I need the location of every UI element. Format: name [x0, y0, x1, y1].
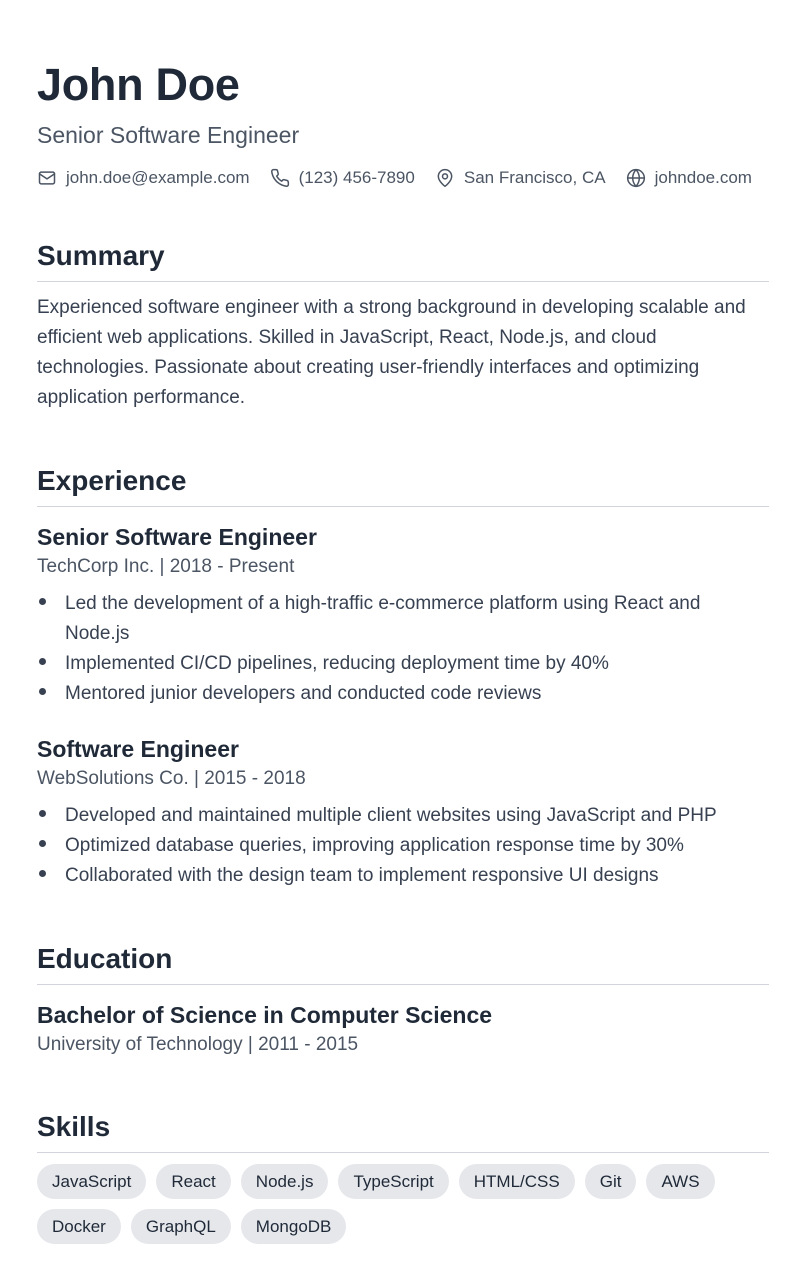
contact-list: john.doe@example.com (123) 456-7890 San … [37, 168, 769, 188]
education-entry: Bachelor of Science in Computer Science … [37, 999, 769, 1059]
skill-chip: Git [584, 1164, 637, 1199]
location-pin-icon [437, 168, 453, 188]
skill-chip: JavaScript [37, 1164, 147, 1199]
resume-header: John Doe Senior Software Engineer john.d… [37, 58, 769, 188]
job-title: Software Engineer [37, 736, 239, 762]
skill-chip: MongoDB [240, 1209, 347, 1244]
contact-website-text: johndoe.com [654, 168, 752, 187]
job-bullet: Led the development of a high-traffic e-… [37, 589, 769, 649]
job-title-heading: Senior Software Engineer [37, 122, 300, 148]
skill-chip: React [156, 1164, 231, 1199]
phone-icon [270, 168, 289, 187]
education-section: Education Bachelor of Science in Compute… [37, 941, 769, 1059]
bullet-dot [39, 870, 46, 878]
job-bullet-text: Led the development of a high-traffic e-… [65, 593, 701, 644]
skills-list: JavaScript React Node.js TypeScript HTML… [37, 1164, 737, 1254]
contact-email-text: john.doe@example.com [66, 168, 250, 187]
education-heading: Education [37, 941, 769, 985]
bullet-dot [39, 658, 46, 666]
skill-chip: Node.js [240, 1164, 329, 1199]
globe-icon [626, 168, 645, 188]
contact-location-text: San Francisco, CA [463, 168, 606, 187]
skill-chip: AWS [646, 1164, 715, 1199]
mail-icon [38, 171, 56, 185]
bullet-dot [39, 598, 46, 606]
person-name: John Doe [37, 59, 240, 110]
summary-heading: Summary [37, 238, 769, 282]
resume: John Doe Senior Software Engineer john.d… [0, 0, 800, 1254]
job-company-dates: TechCorp Inc. | 2018 - Present [37, 556, 295, 577]
skill-chip: TypeScript [338, 1164, 449, 1199]
experience-heading: Experience [37, 463, 769, 507]
bullet-dot [39, 810, 46, 818]
job-bullet: Mentored junior developers and conducted… [37, 679, 769, 709]
job-bullet-text: Developed and maintained multiple client… [65, 805, 717, 826]
contact-email[interactable]: john.doe@example.com [37, 168, 250, 188]
skill-chip: Docker [37, 1209, 121, 1244]
job-bullet: Collaborated with the design team to imp… [37, 861, 769, 891]
experience-section: Experience Senior Software Engineer Tech… [37, 463, 769, 891]
contact-location: San Francisco, CA [435, 168, 606, 188]
degree-title: Bachelor of Science in Computer Science [37, 1002, 493, 1028]
bullet-dot [39, 688, 46, 696]
job-company-dates: WebSolutions Co. | 2015 - 2018 [37, 768, 306, 789]
job-bullet-text: Mentored junior developers and conducted… [65, 683, 542, 704]
contact-website[interactable]: johndoe.com [626, 168, 752, 188]
skills-heading: Skills [37, 1109, 769, 1153]
job-bullet: Optimized database queries, improving ap… [37, 831, 769, 861]
job-bullets: Led the development of a high-traffic e-… [37, 589, 769, 709]
contact-phone[interactable]: (123) 456-7890 [270, 168, 415, 188]
skill-chip: GraphQL [130, 1209, 231, 1244]
job-title: Senior Software Engineer [37, 524, 317, 550]
skill-chip: HTML/CSS [458, 1164, 575, 1199]
job-bullet: Developed and maintained multiple client… [37, 801, 769, 831]
skills-section: Skills JavaScript React Node.js TypeScri… [37, 1109, 769, 1254]
job-entry: Software Engineer WebSolutions Co. | 201… [37, 733, 769, 891]
job-bullet-text: Collaborated with the design team to imp… [65, 865, 659, 886]
job-bullets: Developed and maintained multiple client… [37, 801, 769, 891]
job-bullet-text: Implemented CI/CD pipelines, reducing de… [65, 653, 609, 674]
school-dates: University of Technology | 2011 - 2015 [37, 1034, 359, 1055]
bullet-dot [39, 840, 46, 848]
job-bullet-text: Optimized database queries, improving ap… [65, 835, 684, 856]
job-bullet: Implemented CI/CD pipelines, reducing de… [37, 649, 769, 679]
summary-text: Experienced software engineer with a str… [37, 297, 746, 408]
contact-phone-text: (123) 456-7890 [298, 168, 415, 187]
summary-section: Summary Experienced software engineer wi… [37, 238, 769, 413]
job-entry: Senior Software Engineer TechCorp Inc. |… [37, 521, 769, 709]
